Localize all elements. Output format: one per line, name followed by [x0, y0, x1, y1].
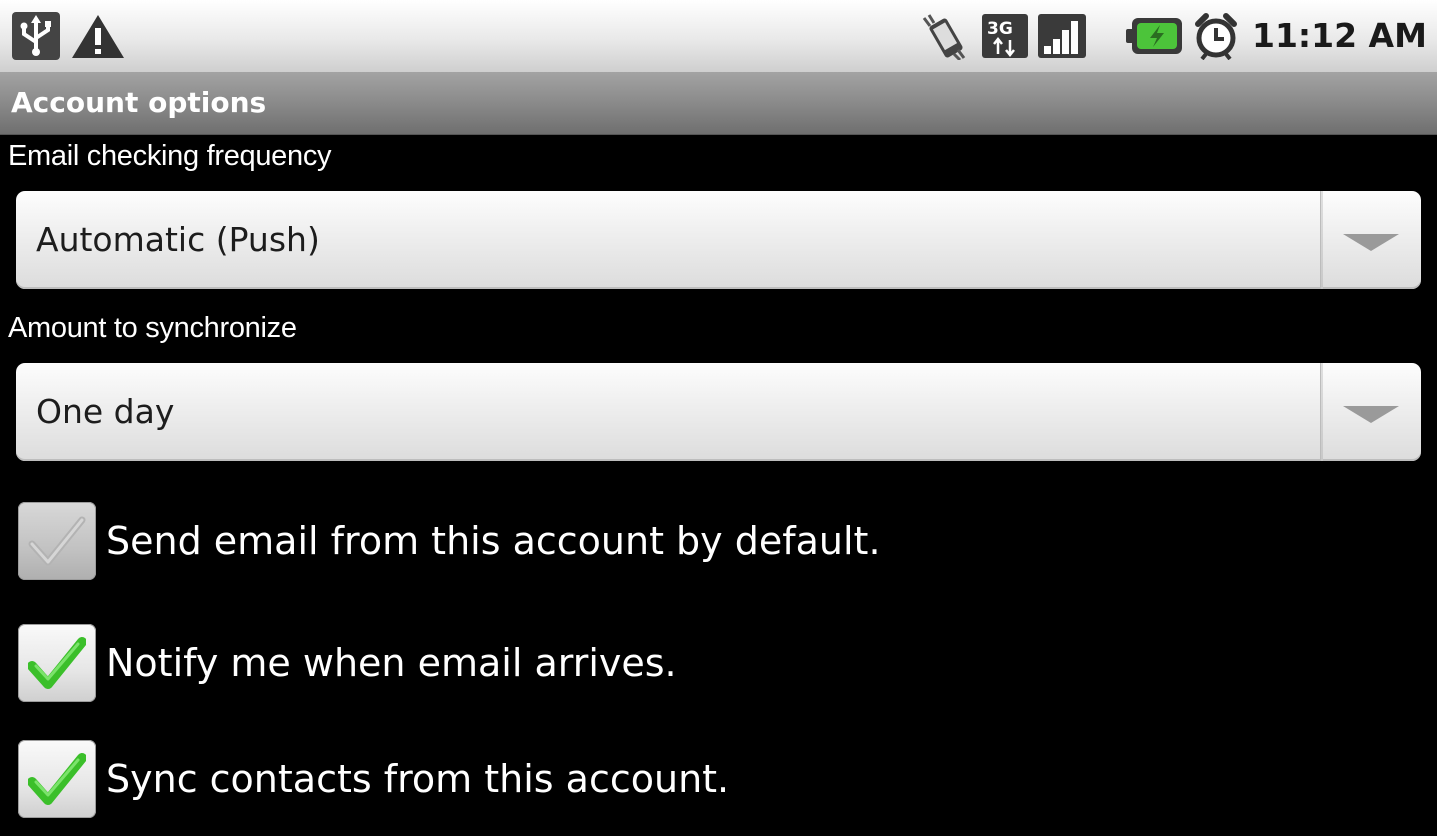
3g-icon: 3G	[982, 12, 1028, 60]
title-bar: Account options	[0, 72, 1437, 135]
notify-checkbox[interactable]	[18, 624, 96, 702]
default-account-checkbox[interactable]	[18, 502, 96, 580]
sync-contacts-checkbox[interactable]	[18, 740, 96, 818]
frequency-label: Email checking frequency	[8, 140, 332, 172]
check-icon	[28, 753, 86, 805]
default-account-label: Send email from this account by default.	[106, 519, 881, 563]
status-bar: 3G 11:12 AM	[0, 0, 1437, 72]
page-title: Account options	[11, 86, 267, 119]
sync-contacts-row[interactable]: Sync contacts from this account.	[0, 740, 1437, 836]
dropdown-divider	[1320, 363, 1323, 461]
check-icon	[28, 637, 86, 689]
notify-label: Notify me when email arrives.	[106, 641, 677, 685]
svg-text:3G: 3G	[987, 19, 1013, 39]
sync-amount-value: One day	[36, 392, 175, 431]
alarm-icon	[1192, 12, 1240, 60]
frequency-dropdown[interactable]: Automatic (Push)	[16, 191, 1421, 289]
sync-amount-dropdown[interactable]: One day	[16, 363, 1421, 461]
usb-icon	[12, 12, 60, 60]
sync-contacts-label: Sync contacts from this account.	[106, 757, 730, 801]
default-account-row[interactable]: Send email from this account by default.	[0, 502, 1437, 598]
check-icon	[28, 516, 86, 566]
notify-row[interactable]: Notify me when email arrives.	[0, 624, 1437, 720]
sync-amount-label: Amount to synchronize	[8, 312, 297, 344]
chevron-down-icon	[1343, 234, 1399, 251]
chevron-down-icon	[1343, 406, 1399, 423]
battery-charging-icon	[1124, 12, 1186, 60]
vibrate-icon	[920, 12, 968, 60]
warning-icon	[70, 12, 126, 60]
frequency-value: Automatic (Push)	[36, 220, 320, 259]
status-time: 11:12 AM	[1252, 16, 1427, 55]
signal-icon	[1038, 12, 1086, 60]
dropdown-divider	[1320, 191, 1323, 289]
